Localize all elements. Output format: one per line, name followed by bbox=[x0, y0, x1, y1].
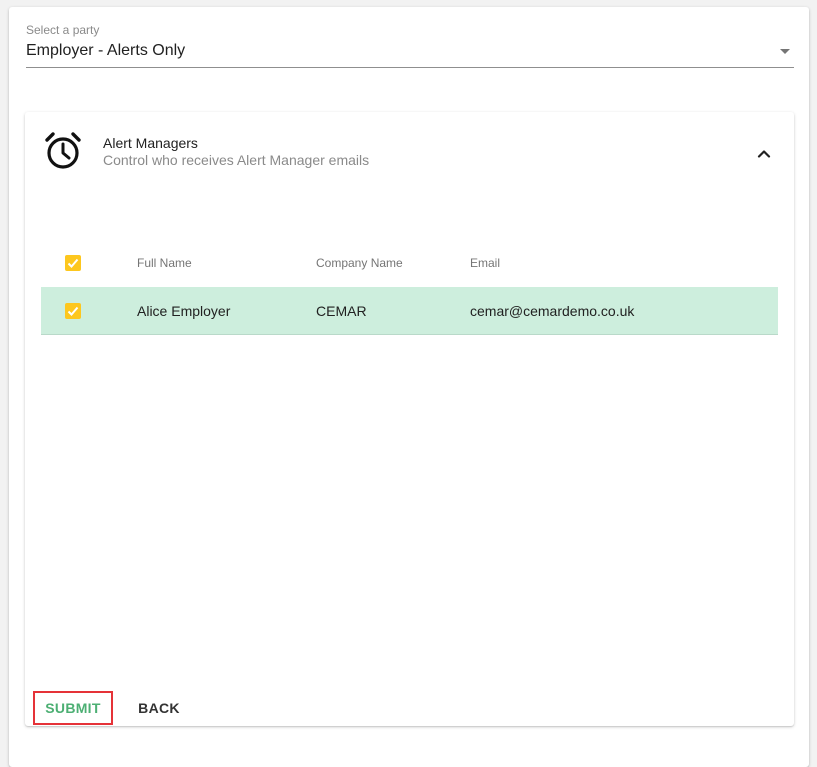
row-checkbox[interactable] bbox=[65, 302, 81, 319]
company-name-cell: CEMAR bbox=[316, 302, 367, 319]
select-all-checkbox[interactable] bbox=[65, 255, 81, 271]
alert-managers-table: Full Name Company Name Email Alice Emplo… bbox=[41, 239, 778, 335]
submit-button[interactable]: SUBMIT bbox=[33, 691, 113, 725]
panel-actions: SUBMIT BACK bbox=[25, 680, 794, 726]
party-select[interactable]: Select a party Employer - Alerts Only bbox=[26, 23, 794, 68]
full-name-cell: Alice Employer bbox=[137, 302, 231, 319]
panel-header[interactable]: Alert Managers Control who receives Aler… bbox=[25, 112, 794, 192]
party-select-label: Select a party bbox=[26, 23, 100, 37]
panel-subtitle: Control who receives Alert Manager email… bbox=[103, 152, 370, 168]
party-select-value: Employer - Alerts Only bbox=[26, 42, 186, 59]
column-header-email[interactable]: Email bbox=[470, 239, 500, 287]
email-cell: cemar@cemardemo.co.uk bbox=[470, 302, 635, 319]
checkmark-icon bbox=[67, 306, 79, 316]
select-all-cell bbox=[65, 239, 81, 287]
back-button[interactable]: BACK bbox=[129, 691, 189, 725]
table-row[interactable]: Alice Employer CEMAR cemar@cemardemo.co.… bbox=[41, 287, 778, 335]
chevron-up-icon[interactable] bbox=[755, 145, 773, 163]
panel-title: Alert Managers bbox=[103, 135, 198, 151]
alarm-clock-icon bbox=[45, 132, 81, 169]
row-checkbox-cell bbox=[65, 287, 81, 334]
column-header-full-name[interactable]: Full Name bbox=[137, 239, 192, 287]
table-header-row: Full Name Company Name Email bbox=[41, 239, 778, 287]
column-header-company-name[interactable]: Company Name bbox=[316, 239, 403, 287]
main-card: Select a party Employer - Alerts Only Al… bbox=[9, 7, 809, 767]
party-select-field[interactable]: Employer - Alerts Only bbox=[26, 37, 794, 68]
dropdown-arrow-icon[interactable] bbox=[780, 49, 790, 54]
alert-managers-panel: Alert Managers Control who receives Aler… bbox=[25, 112, 794, 726]
checkmark-icon bbox=[67, 258, 79, 268]
